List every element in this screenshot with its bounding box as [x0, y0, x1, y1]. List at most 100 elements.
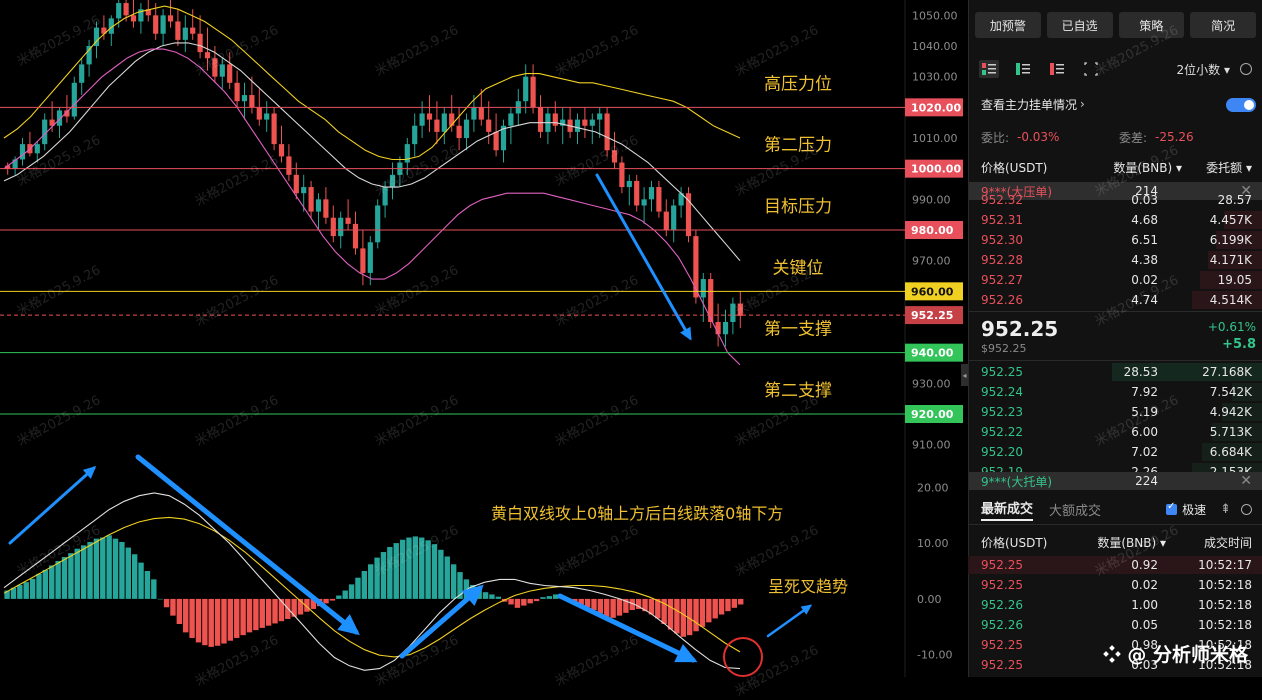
macd-bar: [323, 598, 329, 604]
fast-label: 极速: [1182, 502, 1207, 517]
orderbook-toolbar: 2位小数 ▾: [979, 58, 1252, 80]
candle-body: [737, 303, 743, 316]
header-amount[interactable]: 委托额 ▾: [1206, 159, 1252, 176]
arrow-shaft: [8, 466, 96, 545]
macd-bar: [482, 592, 489, 599]
decimal-selector[interactable]: 2位小数 ▾: [1177, 61, 1231, 78]
order-view-row[interactable]: 查看主力挂单情况 ›: [969, 94, 1262, 114]
row-amount: 4.942K: [1209, 405, 1252, 419]
trade-row[interactable]: 952.25 0.92 10:52:17: [968, 555, 1262, 575]
row-price: 952.32: [981, 193, 1023, 207]
bid-row[interactable]: 952.20 7.02 6.684K: [969, 442, 1262, 462]
candle-body: [574, 119, 581, 132]
collapse-handle[interactable]: ◂: [961, 364, 968, 386]
candle-body: [352, 223, 359, 249]
header-qty-label: 数量(BNB): [1113, 160, 1173, 175]
order-view-label: 查看主力挂单情况: [981, 97, 1078, 112]
trade-header: 价格(USDT) 数量(BNB) ▾ 成交时间: [969, 532, 1262, 552]
macd-bar: [189, 598, 195, 638]
trade-row[interactable]: 952.25 0.02 10:52:18: [969, 575, 1262, 595]
macd-tick-label: -10.00: [917, 649, 952, 662]
close-icon[interactable]: ✕: [1240, 473, 1252, 489]
row-amount: 10:52:18: [1198, 618, 1252, 632]
macd-bar: [195, 598, 202, 643]
price-chart[interactable]: 1050.00 1040.00 1030.00 1010.00 990.00 970.00…: [0, 0, 968, 677]
ask-row[interactable]: 952.27 0.02 19.05: [969, 270, 1262, 290]
candle-body: [478, 107, 484, 120]
big-bid-value: 224: [1135, 474, 1158, 488]
candle-body: [197, 33, 203, 53]
trade-row[interactable]: 952.26 0.05 10:52:18: [969, 615, 1262, 635]
macd-bar: [680, 598, 686, 637]
ask-row[interactable]: 952.28 4.38 4.171K: [969, 250, 1262, 270]
orderbook-header: 价格(USDT) 数量(BNB) ▾ 委托额 ▾: [969, 157, 1262, 177]
candle-body: [167, 15, 174, 22]
candle-body: [182, 27, 188, 40]
bid-row[interactable]: 952.24 7.92 7.542K: [969, 382, 1262, 402]
order-view-toggle[interactable]: [1226, 98, 1256, 112]
macd-bar: [604, 598, 610, 617]
overview-button[interactable]: 简况: [1190, 12, 1256, 38]
candle-body: [71, 82, 77, 117]
order-panel: 加预警 已自选 策略 简况 2位小数 ▾ 查看主力挂单情况 › 委比: -0.0…: [968, 0, 1262, 677]
macd-bar: [246, 598, 253, 633]
book-both-icon[interactable]: [979, 60, 999, 78]
candle-body: [656, 187, 662, 212]
depth-chart-icon[interactable]: [1081, 60, 1101, 78]
row-qty: 7.02: [1131, 445, 1158, 459]
row-amount: 10:52:18: [1198, 578, 1252, 592]
row-price: 952.27: [981, 273, 1023, 287]
bid-diff-label: 委差:: [1119, 130, 1148, 145]
candle-body: [301, 187, 307, 194]
row-qty: 4.74: [1131, 293, 1158, 307]
y-tick-label: 910.00: [912, 439, 951, 452]
macd-bar: [450, 564, 457, 599]
tab-large-trades[interactable]: 大额成交: [1049, 500, 1101, 519]
fast-checkbox[interactable]: 极速: [1166, 501, 1206, 518]
settings-gear-icon[interactable]: [1240, 63, 1252, 75]
bid-row[interactable]: 952.25 28.53 27.168K: [969, 362, 1262, 382]
bid-row[interactable]: 952.23 5.19 4.942K: [969, 402, 1262, 422]
macd-tick-label: 20.00: [917, 481, 949, 494]
candle-body: [360, 248, 366, 273]
macd-bar: [170, 598, 176, 616]
ask-row[interactable]: 952.26 4.74 4.514K: [969, 290, 1262, 310]
trade-settings-icon[interactable]: [1241, 503, 1252, 515]
macd-bar: [731, 598, 738, 608]
macd-bar: [591, 598, 597, 611]
macd-bar: [176, 598, 183, 624]
row-price: 952.23: [981, 405, 1023, 419]
add-alert-button[interactable]: 加预警: [975, 12, 1041, 38]
favorited-button[interactable]: 已自选: [1046, 12, 1113, 38]
candle-body: [426, 113, 433, 120]
row-price: 952.24: [981, 385, 1023, 399]
ask-row[interactable]: 952.31 4.68 4.457K: [969, 210, 1262, 230]
tab-latest-trades[interactable]: 最新成交: [981, 498, 1034, 521]
book-bids-icon[interactable]: [1013, 60, 1033, 78]
filter-icon[interactable]: ⇞: [1220, 502, 1231, 517]
strategy-button[interactable]: 策略: [1118, 12, 1185, 38]
macd-bar: [616, 598, 623, 616]
macd-bar: [36, 573, 42, 599]
candle-body: [153, 15, 159, 34]
macd-bar: [521, 598, 527, 606]
bid-ratio-value: -0.03%: [1017, 130, 1060, 144]
candle-body: [375, 205, 381, 243]
big-bid-label: 9***(大托单): [981, 474, 1052, 489]
macd-bar: [699, 598, 706, 627]
level-price-label: 960.00: [911, 285, 954, 298]
macd-bar: [253, 598, 259, 631]
ask-row[interactable]: 952.30 6.51 6.199K: [969, 230, 1262, 250]
level-price-label: 1000.00: [911, 163, 961, 176]
trade-header-qty[interactable]: 数量(BNB) ▾: [1097, 534, 1166, 551]
book-asks-icon[interactable]: [1047, 60, 1067, 78]
decimal-label: 2位小数: [1176, 62, 1221, 77]
row-price: 952.25: [981, 578, 1023, 592]
macd-bar: [693, 598, 699, 632]
macd-bar: [61, 557, 68, 599]
ask-row[interactable]: 952.32 0.03 28.57: [969, 190, 1262, 210]
bid-row[interactable]: 952.22 6.00 5.713K: [969, 422, 1262, 442]
header-qty[interactable]: 数量(BNB) ▾: [1113, 159, 1182, 176]
trade-row[interactable]: 952.26 1.00 10:52:18: [969, 595, 1262, 615]
row-amount: 28.57: [1217, 193, 1252, 207]
